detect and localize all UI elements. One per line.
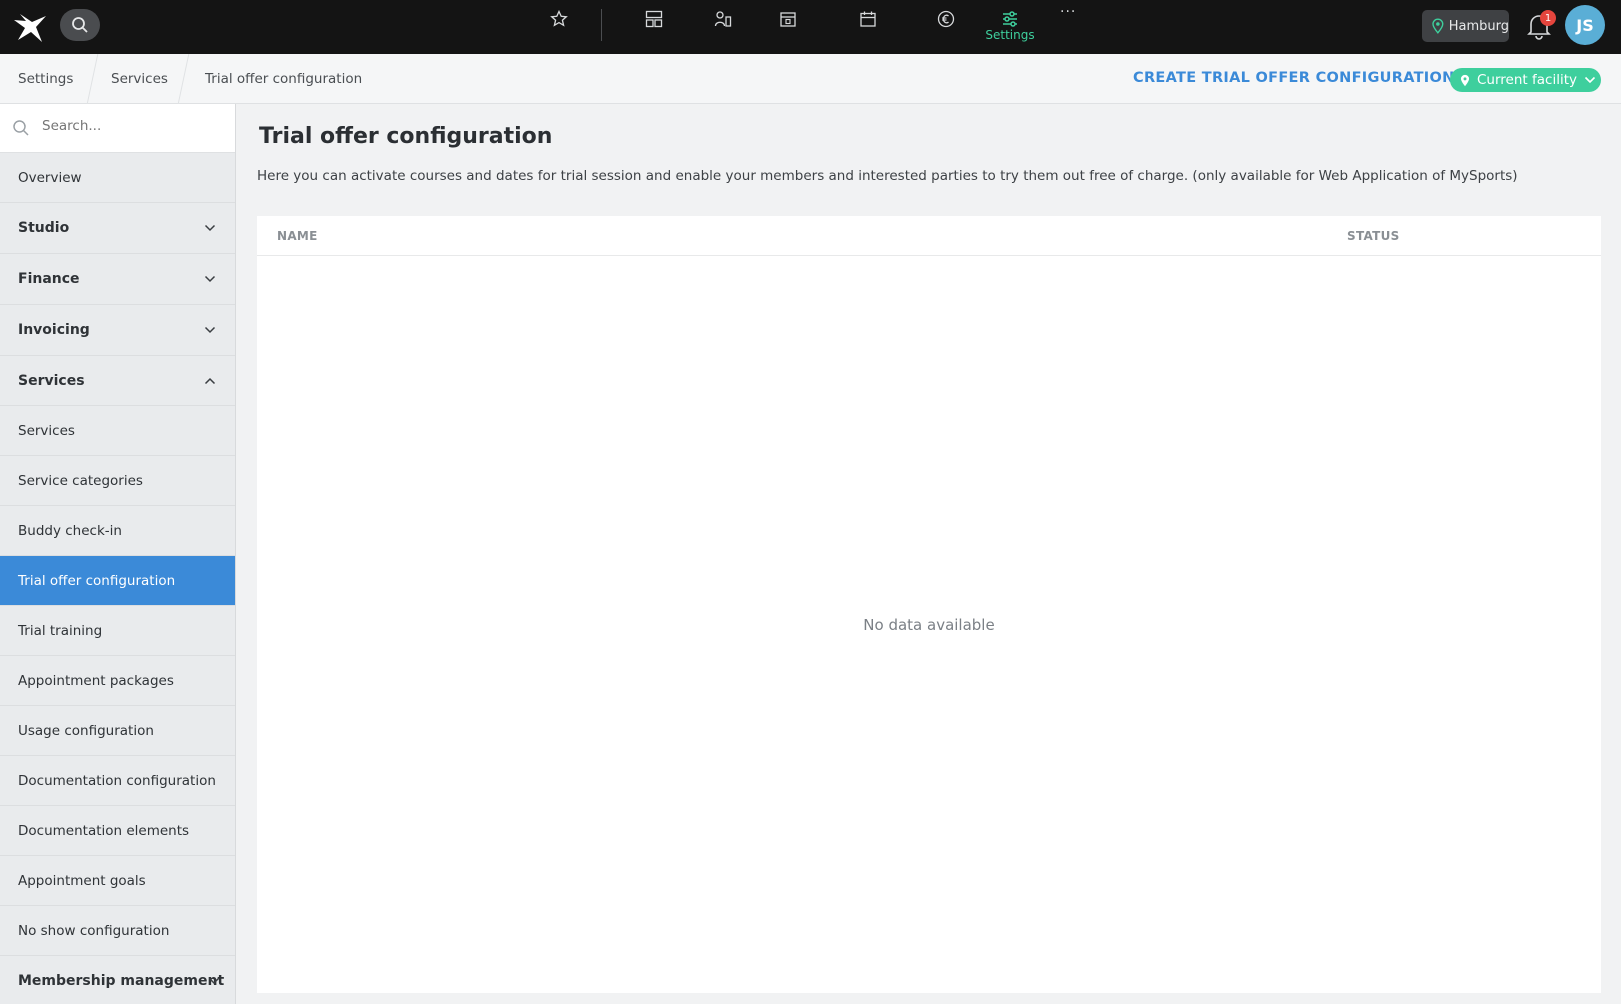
sidebar-item-label: Appointment packages [18,672,174,689]
breadcrumb-separator [177,54,190,104]
map-pin-icon [1460,74,1470,86]
logo-star-icon[interactable] [12,8,50,46]
more-menu-icon[interactable]: ··· [1060,4,1076,20]
sidebar-item-buddy-check-in[interactable]: Buddy check-in [0,506,235,556]
chevron-down-icon[interactable] [204,326,216,334]
sidebar-item-trial-training[interactable]: Trial training [0,606,235,656]
sidebar-group-invoicing[interactable]: Invoicing [0,305,235,356]
checkin-icon [780,12,796,27]
sidebar-search [0,104,235,153]
breadcrumb-services[interactable]: Services [111,71,168,87]
sidebar-item-label: Trial offer configuration [18,572,176,589]
global-search-button[interactable] [60,9,100,41]
breadcrumb-separator [86,54,99,104]
settings-sidebar: Overview Studio Finance Invoicing Services Se… [0,104,236,1004]
sidebar-item-service-categories[interactable]: Service categories [0,456,235,506]
sidebar-item-trial-offer-configuration[interactable]: Trial offer configuration [0,556,235,606]
chevron-up-icon[interactable] [204,377,216,385]
dashboard-icon [645,10,663,28]
members-icon [714,11,732,27]
sidebar-group-finance[interactable]: Finance [0,254,235,305]
sidebar-item-label: No show configuration [18,922,170,939]
settings-nav-label[interactable]: Settings [980,28,1040,42]
sidebar-item-label: Overview [18,169,82,186]
sidebar-item-label: Documentation elements [18,822,190,839]
sidebar-item-label: Membership management [18,972,225,989]
calendar-icon [860,11,876,27]
search-icon [72,17,88,33]
sidebar-item-label: Invoicing [18,322,90,338]
sidebar-group-membership-management[interactable]: Membership management [0,956,235,1004]
sidebar-item-label: Documentation configuration [18,772,216,789]
sidebar-search-input[interactable] [42,118,222,134]
sidebar-item-no-show-configuration[interactable]: No show configuration [0,906,235,956]
euro-icon [937,10,955,28]
chevron-down-icon[interactable] [204,224,216,232]
finance-nav[interactable] [928,6,964,32]
search-icon [13,120,29,136]
sidebar-item-label: Trial training [18,622,103,639]
column-header-name[interactable]: NAME [277,229,318,243]
chevron-down-icon [1584,76,1596,84]
sidebar-item-appointment-packages[interactable]: Appointment packages [0,656,235,706]
favorites-nav[interactable] [541,6,577,32]
nav-divider [601,9,602,41]
create-trial-offer-button[interactable]: CREATE TRIAL OFFER CONFIGURATION [1133,70,1455,86]
sidebar-group-studio[interactable]: Studio [0,203,235,254]
sidebar-item-label: Usage configuration [18,722,154,739]
empty-state-text: No data available [863,616,995,634]
notification-count-badge: 1 [1540,10,1556,26]
trial-offer-table: NAME STATUS No data available [257,216,1601,993]
page-title: Trial offer configuration [259,124,553,149]
sidebar-item-usage-configuration[interactable]: Usage configuration [0,706,235,756]
map-pin-icon [1432,18,1444,34]
settings-sliders-icon [1003,11,1017,27]
sidebar-item-documentation-elements[interactable]: Documentation elements [0,806,235,856]
sidebar-item-documentation-configuration[interactable]: Documentation configuration [0,756,235,806]
sidebar-item-label: Finance [18,271,80,287]
top-navigation-bar: Settings ··· Hamburg 1 JS [0,0,1621,54]
sidebar-item-label: Service categories [18,472,143,489]
location-label: Hamburg [1448,18,1509,34]
chevron-down-icon[interactable] [204,275,216,283]
sidebar-item-label: Studio [18,220,70,236]
table-header: NAME STATUS [257,216,1601,256]
breadcrumb-settings[interactable]: Settings [18,71,73,87]
sidebar-item-label: Services [18,372,85,389]
members-nav[interactable] [705,6,741,32]
dashboard-nav[interactable] [636,6,672,32]
sidebar-item-label: Services [18,422,75,439]
checkin-nav[interactable] [770,6,806,32]
star-icon [550,10,568,27]
calendar-nav[interactable] [850,6,886,32]
sidebar-item-label: Buddy check-in [18,522,122,539]
sidebar-item-overview[interactable]: Overview [0,153,235,203]
user-avatar[interactable]: JS [1565,5,1605,45]
column-header-status[interactable]: STATUS [1347,229,1400,243]
page-description: Here you can activate courses and dates … [257,168,1518,184]
breadcrumb-current: Trial offer configuration [205,71,363,87]
current-facility-dropdown[interactable]: Current facility [1450,68,1601,92]
sidebar-item-appointment-goals[interactable]: Appointment goals [0,856,235,906]
sidebar-item-label: Appointment goals [18,872,146,889]
location-selector[interactable]: Hamburg [1422,10,1509,42]
sidebar-group-services[interactable]: Services [0,356,235,406]
breadcrumb-bar: Settings Services Trial offer configurat… [0,54,1621,104]
facility-label: Current facility [1477,72,1577,88]
sidebar-item-services[interactable]: Services [0,406,235,456]
chevron-down-icon[interactable] [208,977,220,985]
